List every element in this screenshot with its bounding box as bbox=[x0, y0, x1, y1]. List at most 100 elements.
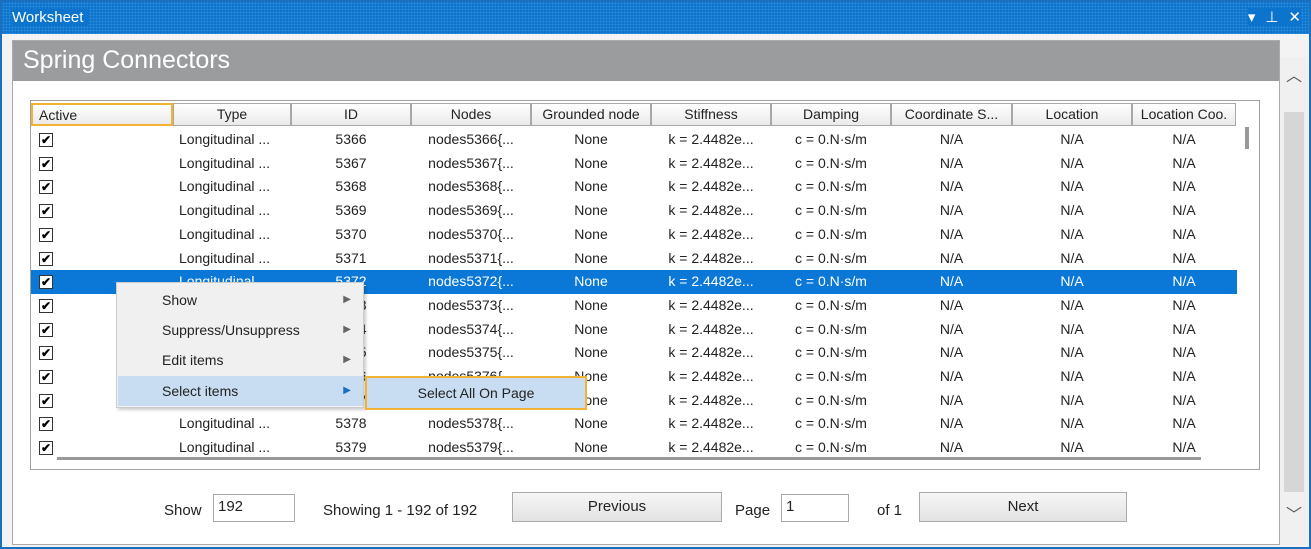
active-checkbox[interactable]: ✔ bbox=[39, 251, 53, 266]
column-header[interactable]: Damping bbox=[771, 103, 891, 126]
cell-damping: c = 0.N·s/m bbox=[795, 273, 867, 290]
cell-location: N/A bbox=[1060, 320, 1084, 337]
cell-location: N/A bbox=[1060, 344, 1084, 361]
of-pages-text: of 1 bbox=[877, 502, 903, 519]
chevron-right-icon: ▶ bbox=[343, 354, 351, 365]
cell-coord: N/A bbox=[939, 273, 964, 290]
cell-damping: c = 0.N·s/m bbox=[795, 154, 867, 171]
menu-item-suppress[interactable]: Suppress/Unsuppress ▶ bbox=[118, 315, 363, 345]
pin-icon[interactable]: ⊥ bbox=[1265, 8, 1278, 26]
cell-id: 5371 bbox=[335, 249, 367, 266]
active-checkbox[interactable]: ✔ bbox=[39, 441, 53, 456]
cell-coord: N/A bbox=[939, 249, 964, 266]
cell-coord: N/A bbox=[939, 154, 964, 171]
active-checkbox[interactable]: ✔ bbox=[39, 298, 53, 313]
active-checkbox[interactable]: ✔ bbox=[39, 204, 53, 219]
column-header[interactable]: Nodes bbox=[411, 103, 531, 126]
cell-grounded: None bbox=[574, 415, 608, 432]
active-checkbox[interactable]: ✔ bbox=[39, 417, 53, 432]
cell-stiffness: k = 2.4482e... bbox=[668, 202, 754, 219]
column-header[interactable]: Coordinate S... bbox=[891, 103, 1012, 126]
cell-loc_coord: N/A bbox=[1172, 296, 1196, 313]
cell-loc_coord: N/A bbox=[1172, 368, 1196, 384]
column-header[interactable]: Location Coo. bbox=[1132, 103, 1236, 126]
cell-grounded: None bbox=[574, 344, 608, 361]
cell-loc_coord: N/A bbox=[1172, 344, 1196, 361]
next-button[interactable]: Next bbox=[919, 492, 1127, 522]
menu-label: Edit items bbox=[162, 352, 224, 368]
column-header[interactable]: Type bbox=[173, 103, 291, 126]
cell-grounded: None bbox=[574, 320, 608, 337]
cell-grounded: None bbox=[574, 273, 608, 290]
table-row[interactable]: ✔ Longitudinal ... 5371 nodes5371{... None k … bbox=[31, 247, 1237, 271]
active-checkbox[interactable]: ✔ bbox=[39, 156, 53, 171]
active-checkbox[interactable]: ✔ bbox=[39, 180, 53, 195]
active-checkbox[interactable]: ✔ bbox=[39, 227, 53, 242]
cell-id: 5366 bbox=[335, 131, 367, 147]
cell-stiffness: k = 2.4482e... bbox=[668, 249, 754, 266]
cell-nodes: nodes5367{... bbox=[428, 154, 514, 171]
table-row[interactable]: ✔ Longitudinal ... 5368 nodes5368{... None k … bbox=[31, 175, 1237, 199]
cell-coord: N/A bbox=[939, 415, 964, 432]
table-row[interactable]: ✔ Longitudinal ... 5367 nodes5367{... None k … bbox=[31, 152, 1237, 176]
page-size-input[interactable]: 192 bbox=[213, 494, 295, 522]
cell-coord: N/A bbox=[939, 178, 964, 195]
menu-item-show[interactable]: Show ▶ bbox=[118, 285, 363, 315]
active-checkbox[interactable]: ✔ bbox=[39, 322, 53, 337]
active-checkbox[interactable]: ✔ bbox=[39, 393, 53, 408]
vertical-scrollbar[interactable]: ︿ ﹀ bbox=[1280, 57, 1308, 545]
grid-vertical-scrollbar[interactable] bbox=[1245, 127, 1249, 149]
cell-location: N/A bbox=[1060, 202, 1084, 219]
close-icon[interactable]: ✕ bbox=[1288, 8, 1301, 26]
active-checkbox[interactable]: ✔ bbox=[39, 133, 53, 147]
submenu-item-select-all-on-page[interactable]: Select All On Page bbox=[365, 376, 587, 410]
column-header[interactable]: Location bbox=[1012, 103, 1132, 126]
page-label: Page bbox=[735, 502, 771, 519]
menu-label: Select items bbox=[162, 383, 239, 399]
cell-damping: c = 0.N·s/m bbox=[795, 249, 867, 266]
cell-location: N/A bbox=[1060, 273, 1084, 290]
cell-coord: N/A bbox=[939, 391, 964, 408]
table-row[interactable]: ✔ Longitudinal ... 5366 nodes5366{... None k … bbox=[31, 128, 1237, 152]
cell-nodes: nodes5366{... bbox=[428, 131, 514, 147]
cell-type: Longitudinal ... bbox=[179, 415, 271, 432]
scroll-up-icon[interactable]: ︿ bbox=[1286, 62, 1302, 86]
previous-button[interactable]: Previous bbox=[512, 492, 722, 522]
column-header[interactable]: Active bbox=[31, 103, 173, 126]
active-checkbox[interactable]: ✔ bbox=[39, 275, 53, 290]
cell-grounded: None bbox=[574, 225, 608, 242]
cell-loc_coord: N/A bbox=[1172, 415, 1196, 432]
column-header[interactable]: ID bbox=[291, 103, 411, 126]
cell-id: 5370 bbox=[335, 225, 367, 242]
cell-grounded: None bbox=[574, 178, 608, 195]
active-checkbox[interactable]: ✔ bbox=[39, 346, 53, 361]
cell-nodes: nodes5371{... bbox=[428, 249, 514, 266]
cell-stiffness: k = 2.4482e... bbox=[668, 225, 754, 242]
cell-location: N/A bbox=[1060, 225, 1084, 242]
column-header[interactable]: Stiffness bbox=[651, 103, 771, 126]
window-title: Worksheet bbox=[12, 9, 90, 26]
cell-location: N/A bbox=[1060, 391, 1084, 408]
cell-damping: c = 0.N·s/m bbox=[795, 391, 867, 408]
context-menu: Show ▶ Suppress/Unsuppress ▶ Edit items ▶ S… bbox=[116, 282, 364, 408]
cell-stiffness: k = 2.4482e... bbox=[668, 320, 754, 337]
active-checkbox[interactable]: ✔ bbox=[39, 370, 53, 384]
menu-item-edit-items[interactable]: Edit items ▶ bbox=[118, 345, 363, 375]
cell-id: 5368 bbox=[335, 178, 367, 195]
column-header[interactable]: Grounded node bbox=[531, 103, 651, 126]
menu-item-select-items[interactable]: Select items ▶ bbox=[118, 376, 363, 406]
scroll-down-icon[interactable]: ﹀ bbox=[1286, 501, 1302, 525]
table-row[interactable]: ✔ Longitudinal ... 5370 nodes5370{... None k … bbox=[31, 223, 1237, 247]
grid-horizontal-scrollbar[interactable] bbox=[57, 457, 1201, 460]
table-row[interactable]: ✔ Longitudinal ... 5378 nodes5378{... None k … bbox=[31, 412, 1237, 436]
dropdown-icon[interactable]: ▾ bbox=[1248, 8, 1256, 26]
scroll-thumb[interactable] bbox=[1284, 112, 1304, 492]
chevron-right-icon: ▶ bbox=[343, 385, 351, 396]
cell-stiffness: k = 2.4482e... bbox=[668, 296, 754, 313]
cell-grounded: None bbox=[574, 131, 608, 147]
menu-label: Show bbox=[162, 292, 198, 308]
page-input[interactable]: 1 bbox=[781, 494, 849, 522]
table-row[interactable]: ✔ Longitudinal ... 5369 nodes5369{... None k … bbox=[31, 199, 1237, 223]
cell-grounded: None bbox=[574, 202, 608, 219]
cell-coord: N/A bbox=[939, 344, 964, 361]
